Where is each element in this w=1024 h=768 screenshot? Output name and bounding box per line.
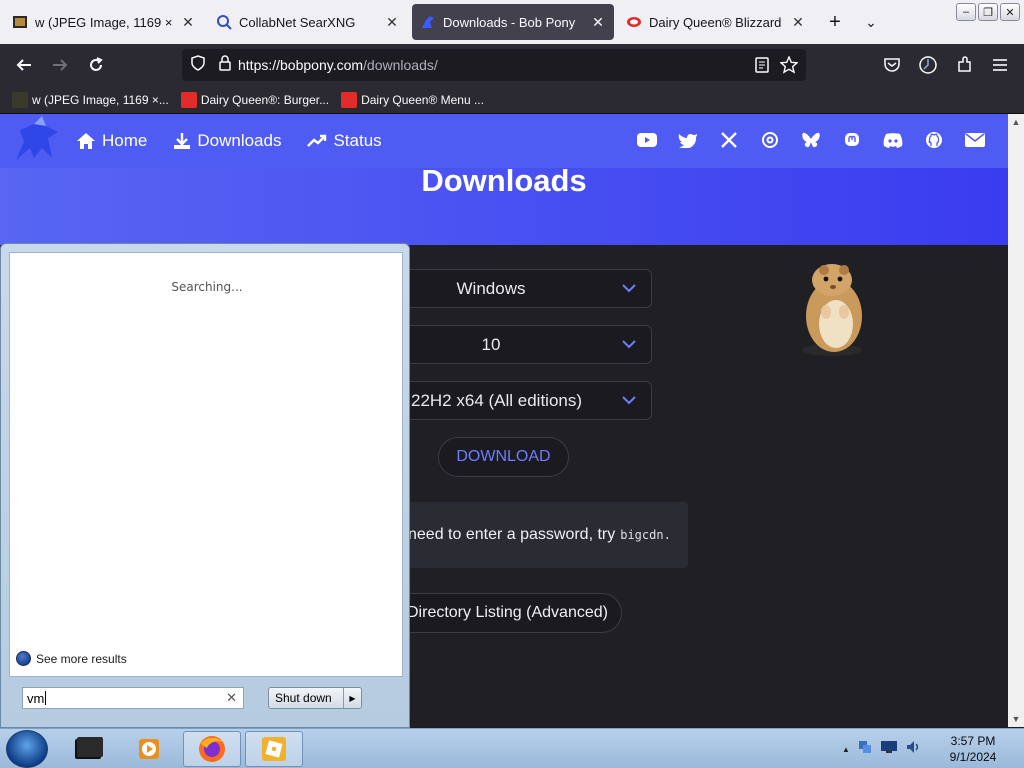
nav-home-link[interactable]: Home bbox=[76, 131, 147, 151]
dairy-queen-favicon-icon bbox=[626, 14, 642, 30]
threads-icon[interactable] bbox=[759, 129, 781, 151]
discord-icon[interactable] bbox=[882, 129, 904, 151]
page-title: Downloads bbox=[421, 163, 587, 198]
clear-search-icon[interactable]: ✕ bbox=[226, 690, 237, 706]
extensions-icon[interactable] bbox=[946, 49, 982, 81]
scroll-down-icon[interactable]: ▼ bbox=[1008, 711, 1024, 727]
close-tab-icon[interactable]: ✕ bbox=[384, 14, 400, 31]
github-icon[interactable] bbox=[923, 129, 945, 151]
see-more-results-link[interactable]: See more results bbox=[16, 651, 127, 666]
chevron-down-icon bbox=[622, 284, 636, 293]
start-search-input[interactable]: vm ✕ bbox=[22, 687, 244, 709]
url-bar[interactable]: https://bobpony.com/downloads/ bbox=[182, 49, 806, 81]
tab-strip: w (JPEG Image, 1169 × 1626 pixels) ✕ Col… bbox=[0, 0, 1024, 44]
bobpony-logo-icon[interactable] bbox=[12, 114, 62, 169]
reload-icon[interactable] bbox=[78, 49, 114, 81]
navigation-toolbar: https://bobpony.com/downloads/ bbox=[0, 44, 1024, 86]
close-tab-icon[interactable]: ✕ bbox=[180, 14, 196, 31]
shutdown-options-arrow-icon[interactable]: ▶ bbox=[343, 688, 361, 708]
x-icon[interactable] bbox=[718, 129, 740, 151]
back-icon[interactable] bbox=[6, 49, 42, 81]
nav-downloads-link[interactable]: Downloads bbox=[173, 131, 281, 151]
minimize-icon[interactable]: – bbox=[956, 3, 976, 21]
image-favicon-icon bbox=[12, 14, 28, 30]
chevron-down-icon bbox=[622, 340, 636, 349]
shield-icon[interactable] bbox=[190, 54, 206, 76]
trend-icon bbox=[307, 134, 327, 147]
site-navbar: Home Downloads Status bbox=[0, 114, 1008, 168]
text-cursor bbox=[45, 691, 47, 705]
media-player-icon[interactable] bbox=[120, 731, 178, 767]
url-text: https://bobpony.com/downloads/ bbox=[238, 57, 438, 73]
taskbar-clock[interactable]: 3:57 PM 9/1/2024 bbox=[940, 733, 1006, 765]
bookmark-dairy-queen-burger[interactable]: Dairy Queen®: Burger... bbox=[180, 91, 329, 108]
bookmark-dairy-queen-menu[interactable]: Dairy Queen® Menu ... bbox=[341, 91, 484, 108]
dairy-queen-favicon-icon bbox=[341, 91, 358, 108]
close-tab-icon[interactable]: ✕ bbox=[590, 14, 606, 31]
restore-icon[interactable]: ❐ bbox=[978, 3, 998, 21]
tab-jpeg-image[interactable]: w (JPEG Image, 1169 × 1626 pixels) ✕ bbox=[4, 4, 204, 40]
tab-collabnet-searxng[interactable]: CollabNet SearXNG ✕ bbox=[208, 4, 408, 40]
system-tray: ▲ bbox=[842, 739, 921, 760]
nav-status-link[interactable]: Status bbox=[307, 131, 382, 151]
tab-downloads-bob-pony[interactable]: Downloads - Bob Pony ✕ bbox=[412, 4, 614, 40]
bluesky-icon[interactable] bbox=[800, 129, 822, 151]
mail-icon[interactable] bbox=[964, 129, 986, 151]
bookmarks-toolbar: w (JPEG Image, 1169 ×... Dairy Queen®: B… bbox=[0, 86, 1024, 114]
close-tab-icon[interactable]: ✕ bbox=[790, 14, 806, 31]
download-icon bbox=[174, 133, 191, 149]
download-button[interactable]: DOWNLOAD bbox=[438, 437, 569, 477]
bookmark-jpeg-image[interactable]: w (JPEG Image, 1169 ×... bbox=[12, 91, 169, 108]
forward-icon[interactable] bbox=[42, 49, 78, 81]
start-menu: Searching... See more results vm ✕ Shut … bbox=[0, 243, 410, 728]
home-icon bbox=[77, 133, 95, 149]
pocket-icon[interactable] bbox=[874, 49, 910, 81]
twitter-icon[interactable] bbox=[677, 129, 699, 151]
image-favicon-icon bbox=[12, 91, 28, 108]
account-icon[interactable] bbox=[910, 49, 946, 81]
display-icon[interactable] bbox=[880, 739, 898, 760]
password-code: bigcdn. bbox=[620, 528, 671, 542]
close-window-icon[interactable]: ✕ bbox=[1000, 3, 1020, 21]
dairy-queen-favicon-icon bbox=[180, 91, 197, 108]
mastodon-icon[interactable] bbox=[841, 129, 863, 151]
clock-time: 3:57 PM bbox=[950, 734, 996, 748]
search-status: Searching... bbox=[171, 280, 243, 294]
terminal-app-icon[interactable] bbox=[60, 731, 118, 767]
list-all-tabs-icon[interactable]: ⌄ bbox=[856, 7, 886, 37]
hamster-image bbox=[786, 250, 876, 360]
lock-icon[interactable] bbox=[218, 54, 232, 76]
start-button-icon[interactable] bbox=[6, 730, 48, 768]
volume-icon[interactable] bbox=[905, 739, 921, 760]
hero-banner: Downloads bbox=[0, 163, 1008, 245]
bobpony-favicon-icon bbox=[420, 14, 436, 30]
reader-view-icon[interactable] bbox=[754, 57, 770, 78]
scroll-up-icon[interactable]: ▲ bbox=[1008, 114, 1024, 130]
roblox-taskbar-icon[interactable] bbox=[245, 731, 303, 767]
show-hidden-icons-icon[interactable]: ▲ bbox=[842, 745, 850, 754]
menu-hamburger-icon[interactable] bbox=[982, 49, 1018, 81]
shutdown-button[interactable]: Shut down ▶ bbox=[268, 687, 362, 709]
search-favicon-icon bbox=[216, 14, 232, 30]
window-controls: – ❐ ✕ bbox=[956, 3, 1020, 21]
network-icon[interactable] bbox=[857, 739, 873, 760]
search-results-pane: Searching... See more results bbox=[9, 252, 403, 677]
bookmark-star-icon[interactable] bbox=[779, 55, 799, 79]
tab-dairy-queen-blizzard[interactable]: Dairy Queen® Blizzard Treats ✕ bbox=[618, 4, 814, 40]
windows-search-icon bbox=[16, 651, 31, 666]
page-scrollbar[interactable]: ▲ ▼ bbox=[1008, 114, 1024, 727]
youtube-icon[interactable] bbox=[636, 129, 658, 151]
clock-date: 9/1/2024 bbox=[949, 750, 997, 764]
firefox-taskbar-icon[interactable] bbox=[183, 731, 241, 767]
taskbar: ▲ 3:57 PM 9/1/2024 bbox=[0, 728, 1024, 768]
new-tab-icon[interactable]: + bbox=[820, 7, 850, 37]
chevron-down-icon bbox=[622, 396, 636, 405]
social-links bbox=[636, 129, 986, 151]
